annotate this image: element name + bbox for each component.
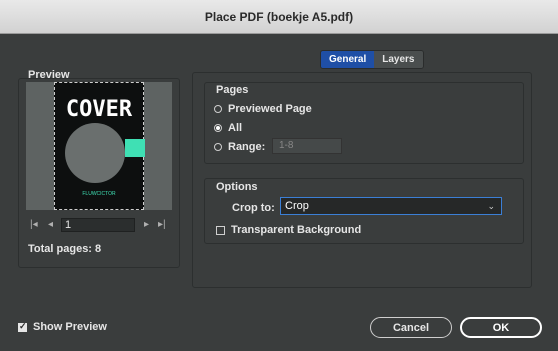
radio-all[interactable]: All xyxy=(214,122,242,134)
prev-page-icon[interactable]: ◂ xyxy=(48,219,53,230)
ok-button[interactable]: OK xyxy=(460,317,542,338)
options-group-title: Options xyxy=(216,181,258,193)
radio-previewed-page[interactable]: Previewed Page xyxy=(214,103,312,115)
cover-footer-text: FLUWCICTOR xyxy=(82,191,116,197)
window-title: Place PDF (boekje A5.pdf) xyxy=(204,9,354,24)
show-preview-label: Show Preview xyxy=(33,321,107,333)
total-pages-label: Total pages: 8 xyxy=(28,243,102,255)
crop-select-value: Crop xyxy=(285,200,309,212)
chevron-down-icon: ⌄ xyxy=(487,201,495,211)
pages-group-title: Pages xyxy=(216,84,249,96)
radio-button[interactable] xyxy=(214,105,222,113)
cover-teal-square xyxy=(125,139,145,157)
transparent-background-label: Transparent Background xyxy=(231,224,362,236)
first-page-icon[interactable]: |◂ xyxy=(30,219,38,230)
crop-to-label: Crop to: xyxy=(232,202,275,214)
show-preview-checkbox[interactable]: Show Preview xyxy=(18,321,107,333)
last-page-icon[interactable]: ▸| xyxy=(158,219,166,230)
radio-range[interactable]: Range: xyxy=(214,141,265,153)
range-input[interactable]: 1-8 xyxy=(272,138,342,154)
crop-select[interactable]: Crop ⌄ xyxy=(280,197,502,215)
radio-button[interactable] xyxy=(214,143,222,151)
page-number-field[interactable]: 1 xyxy=(61,218,135,232)
title-bar: Place PDF (boekje A5.pdf) xyxy=(0,0,558,34)
tab-general[interactable]: General xyxy=(321,51,375,68)
radio-label-all: All xyxy=(228,122,243,134)
cover-circle xyxy=(65,123,125,183)
radio-label-range: Range: xyxy=(228,141,266,153)
next-page-icon[interactable]: ▸ xyxy=(144,219,149,230)
tab-layers[interactable]: Layers xyxy=(374,51,423,68)
cover-title: COVER xyxy=(65,97,133,122)
radio-label-previewed-page: Previewed Page xyxy=(228,103,312,115)
transparent-background-checkbox[interactable]: Transparent Background xyxy=(216,224,361,236)
radio-button-checked[interactable] xyxy=(214,124,222,132)
cancel-button[interactable]: Cancel xyxy=(370,317,452,338)
preview-page-thumbnail: COVER FLUWCICTOR xyxy=(54,82,145,210)
tab-bar: General Layers xyxy=(320,50,424,69)
checkbox-box[interactable] xyxy=(216,225,225,235)
checkbox-box-checked[interactable] xyxy=(18,321,27,332)
